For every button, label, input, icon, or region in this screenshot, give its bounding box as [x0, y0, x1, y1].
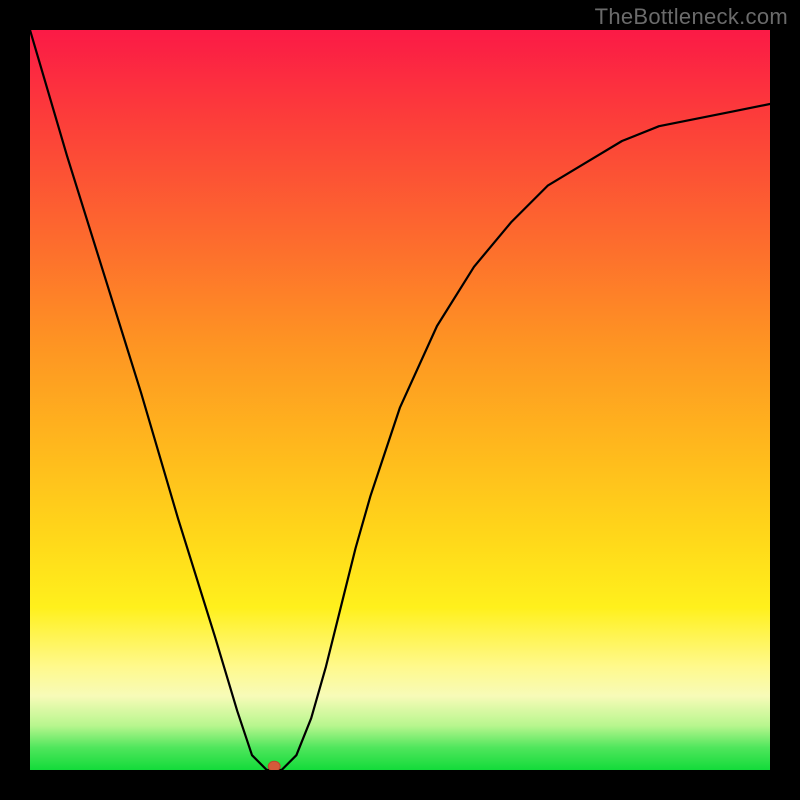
chart-frame: TheBottleneck.com: [0, 0, 800, 800]
plot-area: [30, 30, 770, 770]
watermark-text: TheBottleneck.com: [595, 4, 788, 30]
min-marker: [268, 761, 280, 770]
bottleneck-curve: [30, 30, 770, 770]
